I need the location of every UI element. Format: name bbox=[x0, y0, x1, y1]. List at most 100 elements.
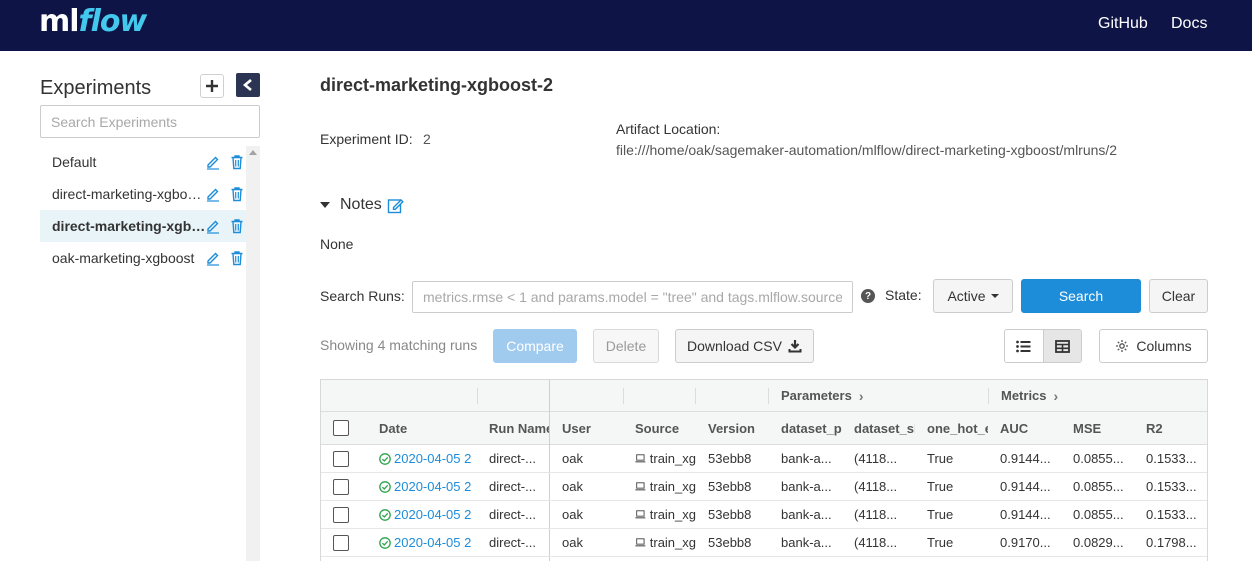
experiment-item-direct-marketing-xgboost[interactable]: direct-marketing-xgboost bbox=[40, 178, 246, 210]
experiment-title: direct-marketing-xgboost-2 bbox=[320, 75, 554, 95]
experiment-item-direct-marketing-xgboost-2[interactable]: direct-marketing-xgboost-2 bbox=[40, 210, 246, 242]
edit-icon[interactable] bbox=[206, 154, 220, 170]
run-date: 2020-04-05 2 bbox=[394, 507, 472, 522]
artifact-location-label: Artifact Location: bbox=[616, 121, 721, 137]
table-row[interactable]: 2020-04-05 2 train_xg direct-... oak 53ebb8 b… bbox=[321, 529, 1207, 557]
clear-button[interactable]: Clear bbox=[1149, 279, 1208, 313]
run-date-link[interactable]: 2020-04-05 2 bbox=[379, 535, 471, 550]
source-cell[interactable]: train_xg bbox=[623, 529, 696, 556]
sidebar-scrollbar[interactable] bbox=[246, 146, 260, 561]
dataset-path-cell: bank-a... bbox=[781, 507, 832, 522]
columns-label: Columns bbox=[1136, 338, 1192, 354]
row-checkbox[interactable] bbox=[333, 450, 349, 467]
run-name-cell: direct-... bbox=[489, 535, 536, 550]
laptop-icon bbox=[635, 538, 646, 547]
list-view-button[interactable] bbox=[1005, 330, 1043, 362]
table-row[interactable]: 2020-04-05 2 train_xg direct-... oak 53ebb8 b… bbox=[321, 445, 1207, 473]
source-cell[interactable]: train_xg bbox=[623, 473, 696, 500]
dataset-shape-cell: (4118... bbox=[854, 479, 898, 494]
edit-icon[interactable] bbox=[206, 250, 220, 266]
source-cell[interactable]: train_xg bbox=[623, 445, 696, 472]
download-csv-label: Download CSV bbox=[687, 338, 782, 354]
mse-cell: 0.0855... bbox=[1073, 479, 1124, 494]
column-header-date[interactable]: Date bbox=[367, 412, 477, 444]
columns-button[interactable]: Columns bbox=[1099, 329, 1208, 363]
trash-icon[interactable] bbox=[230, 250, 244, 266]
edit-icon[interactable] bbox=[206, 186, 220, 202]
help-icon[interactable]: ? bbox=[861, 289, 875, 303]
column-header-source[interactable]: Source bbox=[623, 412, 696, 444]
table-group-header: Parameters › Metrics › bbox=[321, 380, 1207, 412]
search-runs-input[interactable] bbox=[412, 281, 853, 313]
user-cell: oak bbox=[562, 507, 583, 522]
search-experiments-input[interactable] bbox=[40, 105, 260, 138]
select-all-checkbox[interactable] bbox=[333, 420, 349, 436]
scroll-up-arrow-icon[interactable] bbox=[249, 150, 257, 155]
experiment-item-oak-marketing-xgboost[interactable]: oak-marketing-xgboost bbox=[40, 242, 246, 274]
table-icon bbox=[1055, 339, 1070, 353]
run-date-link[interactable]: 2020-04-05 2 bbox=[379, 479, 471, 494]
row-checkbox[interactable] bbox=[333, 534, 349, 551]
run-name-cell: direct-... bbox=[489, 507, 536, 522]
trash-icon[interactable] bbox=[230, 218, 244, 234]
source-name: train_xg bbox=[649, 535, 696, 550]
search-button[interactable]: Search bbox=[1021, 279, 1141, 313]
run-date-link[interactable]: 2020-04-05 2 bbox=[379, 451, 471, 466]
docs-link[interactable]: Docs bbox=[1171, 14, 1207, 34]
column-header-run-name[interactable]: Run Name bbox=[477, 412, 550, 444]
experiment-name: Default bbox=[52, 154, 97, 170]
row-checkbox[interactable] bbox=[333, 506, 349, 523]
notes-label: Notes bbox=[340, 196, 382, 213]
table-row[interactable]: 2020-04-05 2 train_xg direct-... oak 53ebb8 b… bbox=[321, 501, 1207, 529]
source-cell[interactable]: train_xg bbox=[623, 501, 696, 528]
auc-cell: 0.9170... bbox=[1000, 535, 1051, 550]
chevron-right-icon: › bbox=[1053, 387, 1059, 404]
column-header-user[interactable]: User bbox=[550, 412, 623, 444]
run-date-link[interactable]: 2020-04-05 2 bbox=[379, 507, 471, 522]
table-row[interactable]: 2020-04-05 2 train_xg direct-... oak 53ebb8 b… bbox=[321, 473, 1207, 501]
edit-icon[interactable] bbox=[206, 218, 220, 234]
r2-cell: 0.1798... bbox=[1146, 535, 1197, 550]
auc-cell: 0.9144... bbox=[1000, 479, 1051, 494]
state-value: Active bbox=[947, 288, 986, 304]
column-header-one-hot[interactable]: one_hot_e bbox=[915, 412, 988, 444]
column-header-dataset-path[interactable]: dataset_pa bbox=[769, 412, 842, 444]
download-csv-button[interactable]: Download CSV bbox=[675, 329, 814, 363]
view-mode-toggle bbox=[1004, 329, 1082, 363]
auc-cell: 0.9144... bbox=[1000, 451, 1051, 466]
parameters-group-header[interactable]: Parameters › bbox=[769, 380, 989, 411]
parameters-group-label: Parameters bbox=[781, 388, 852, 403]
version-cell: 53ebb8 bbox=[708, 451, 752, 466]
add-experiment-button[interactable] bbox=[200, 74, 224, 98]
state-dropdown[interactable]: Active bbox=[933, 279, 1013, 313]
column-header-dataset-shape[interactable]: dataset_sh bbox=[842, 412, 915, 444]
version-cell: 53ebb8 bbox=[708, 535, 752, 550]
edit-note-icon[interactable] bbox=[387, 197, 404, 214]
column-header-r2[interactable]: R2 bbox=[1134, 412, 1207, 444]
dataset-shape-cell: (4118... bbox=[854, 507, 898, 522]
mlflow-logo[interactable]: ml flow bbox=[39, 2, 147, 46]
run-date: 2020-04-05 2 bbox=[394, 535, 472, 550]
column-header-mse[interactable]: MSE bbox=[1061, 412, 1134, 444]
notes-toggle[interactable]: Notes bbox=[320, 196, 404, 214]
github-link[interactable]: GitHub bbox=[1098, 14, 1148, 34]
source-name: train_xg bbox=[649, 479, 696, 494]
trash-icon[interactable] bbox=[230, 154, 244, 170]
compare-button[interactable]: Compare bbox=[493, 329, 577, 363]
row-checkbox[interactable] bbox=[333, 478, 349, 495]
experiment-item-default[interactable]: Default bbox=[40, 146, 246, 178]
column-header-auc[interactable]: AUC bbox=[988, 412, 1061, 444]
grid-view-button[interactable] bbox=[1042, 330, 1081, 362]
caret-down-icon bbox=[320, 202, 330, 208]
column-header-version[interactable]: Version bbox=[696, 412, 769, 444]
runs-table: Parameters › Metrics › Date Run Name User … bbox=[320, 379, 1208, 561]
delete-button[interactable]: Delete bbox=[593, 329, 659, 363]
metrics-group-header[interactable]: Metrics › bbox=[989, 380, 1207, 411]
trash-icon[interactable] bbox=[230, 186, 244, 202]
version-cell: 53ebb8 bbox=[708, 507, 752, 522]
dataset-path-cell: bank-a... bbox=[781, 451, 832, 466]
collapse-sidebar-button[interactable] bbox=[236, 73, 260, 97]
experiment-name: direct-marketing-xgboost-2 bbox=[52, 218, 206, 234]
artifact-location-value: file:///home/oak/sagemaker-automation/ml… bbox=[616, 142, 1118, 158]
chevron-left-icon bbox=[242, 79, 252, 91]
